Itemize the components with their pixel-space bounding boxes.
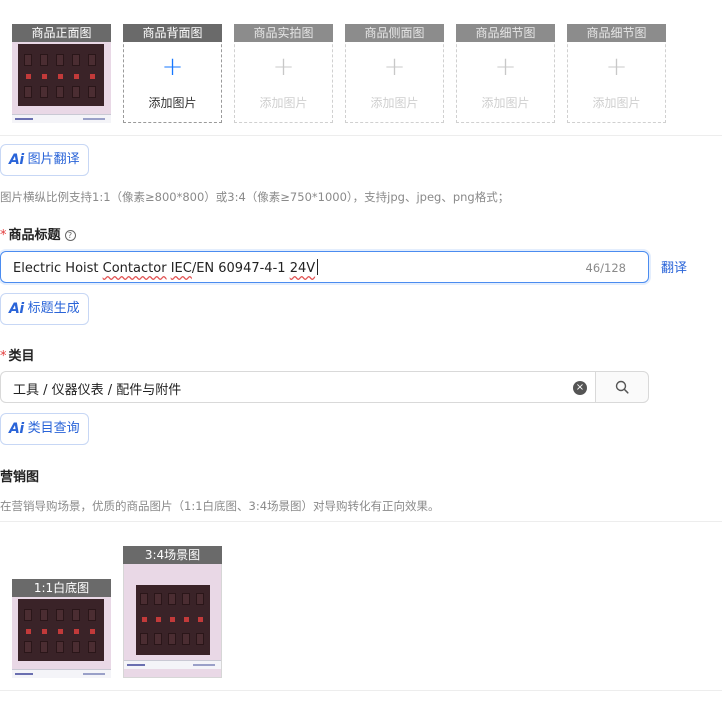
marketing-label: 营销图 <box>0 470 40 485</box>
search-icon <box>615 380 629 394</box>
add-image-plus-icon[interactable]: + <box>456 54 555 80</box>
image-slot-detail-2[interactable]: 商品细节图 + 添加图片 <box>567 24 666 123</box>
ai-icon: Ai <box>9 301 24 317</box>
title-generate-button[interactable]: Ai 标题生成 <box>0 293 89 325</box>
image-slot-label: 商品细节图 <box>567 24 666 42</box>
title-input[interactable]: Electric Hoist Contactor IEC/EN 60947-4-… <box>0 251 649 283</box>
title-label: * 商品标题? <box>0 224 76 243</box>
image-slot-real-shot[interactable]: 商品实拍图 + 添加图片 <box>234 24 333 123</box>
add-image-text[interactable]: 添加图片 <box>567 94 666 111</box>
help-icon[interactable]: ? <box>64 230 76 241</box>
image-translate-button[interactable]: Ai 图片翻译 <box>0 144 89 176</box>
translate-link[interactable]: 翻译 <box>661 257 687 276</box>
title-generate-label: 标题生成 <box>27 301 80 316</box>
category-select[interactable]: 工具 / 仪器仪表 / 配件与附件 × <box>0 371 596 403</box>
marketing-image-label: 3:4场景图 <box>123 546 222 564</box>
category-query-button[interactable]: Ai 类目查询 <box>0 413 89 445</box>
char-count: 46/128 <box>585 261 626 275</box>
marketing-hint: 在营销导购场景，优质的商品图片（1:1白底图、3:4场景图）对导购转化有正向效果… <box>0 499 440 513</box>
add-image-plus-icon[interactable]: + <box>345 54 444 80</box>
image-slot-label: 商品正面图 <box>12 24 111 42</box>
ai-icon: Ai <box>9 152 24 168</box>
divider <box>0 521 722 522</box>
category-value: 工具 / 仪器仪表 / 配件与附件 <box>13 383 182 398</box>
marketing-portrait-photo <box>123 546 222 678</box>
image-slot-label: 商品实拍图 <box>234 24 333 42</box>
title-input-value[interactable]: Electric Hoist Contactor IEC/EN 60947-4-… <box>13 259 319 276</box>
image-slot-label: 商品背面图 <box>123 24 222 42</box>
category-query-label: 类目查询 <box>27 421 80 436</box>
marketing-image-square[interactable]: 1:1白底图 <box>12 579 111 678</box>
add-image-text[interactable]: 添加图片 <box>456 94 555 111</box>
required-mark: * <box>0 349 7 364</box>
image-slot-detail-1[interactable]: 商品细节图 + 添加图片 <box>456 24 555 123</box>
add-image-plus-icon[interactable]: + <box>567 54 666 80</box>
add-image-plus-icon[interactable]: + <box>234 54 333 80</box>
divider <box>0 135 722 136</box>
add-image-plus-icon[interactable]: + <box>123 54 222 80</box>
image-translate-label: 图片翻译 <box>27 152 80 167</box>
image-slot-side[interactable]: 商品侧面图 + 添加图片 <box>345 24 444 123</box>
image-slot-back[interactable]: 商品背面图 + 添加图片 <box>123 24 222 123</box>
add-image-text[interactable]: 添加图片 <box>234 94 333 111</box>
image-slot-label: 商品侧面图 <box>345 24 444 42</box>
add-image-text[interactable]: 添加图片 <box>345 94 444 111</box>
image-slot-front[interactable]: 商品正面图 <box>12 24 111 123</box>
add-image-text[interactable]: 添加图片 <box>123 94 222 111</box>
ai-icon: Ai <box>9 421 24 437</box>
category-label: * 类目 <box>0 349 35 364</box>
image-hint: 图片横纵比例支持1:1（像素≥800*800）或3:4（像素≥750*1000）… <box>0 190 510 204</box>
divider <box>0 690 722 691</box>
marketing-image-label: 1:1白底图 <box>12 579 111 597</box>
required-mark: * <box>0 228 7 243</box>
clear-icon[interactable]: × <box>573 381 587 395</box>
marketing-image-portrait[interactable]: 3:4场景图 <box>123 546 222 678</box>
text-caret <box>317 259 319 275</box>
image-slot-label: 商品细节图 <box>456 24 555 42</box>
category-search-button[interactable] <box>595 371 649 403</box>
